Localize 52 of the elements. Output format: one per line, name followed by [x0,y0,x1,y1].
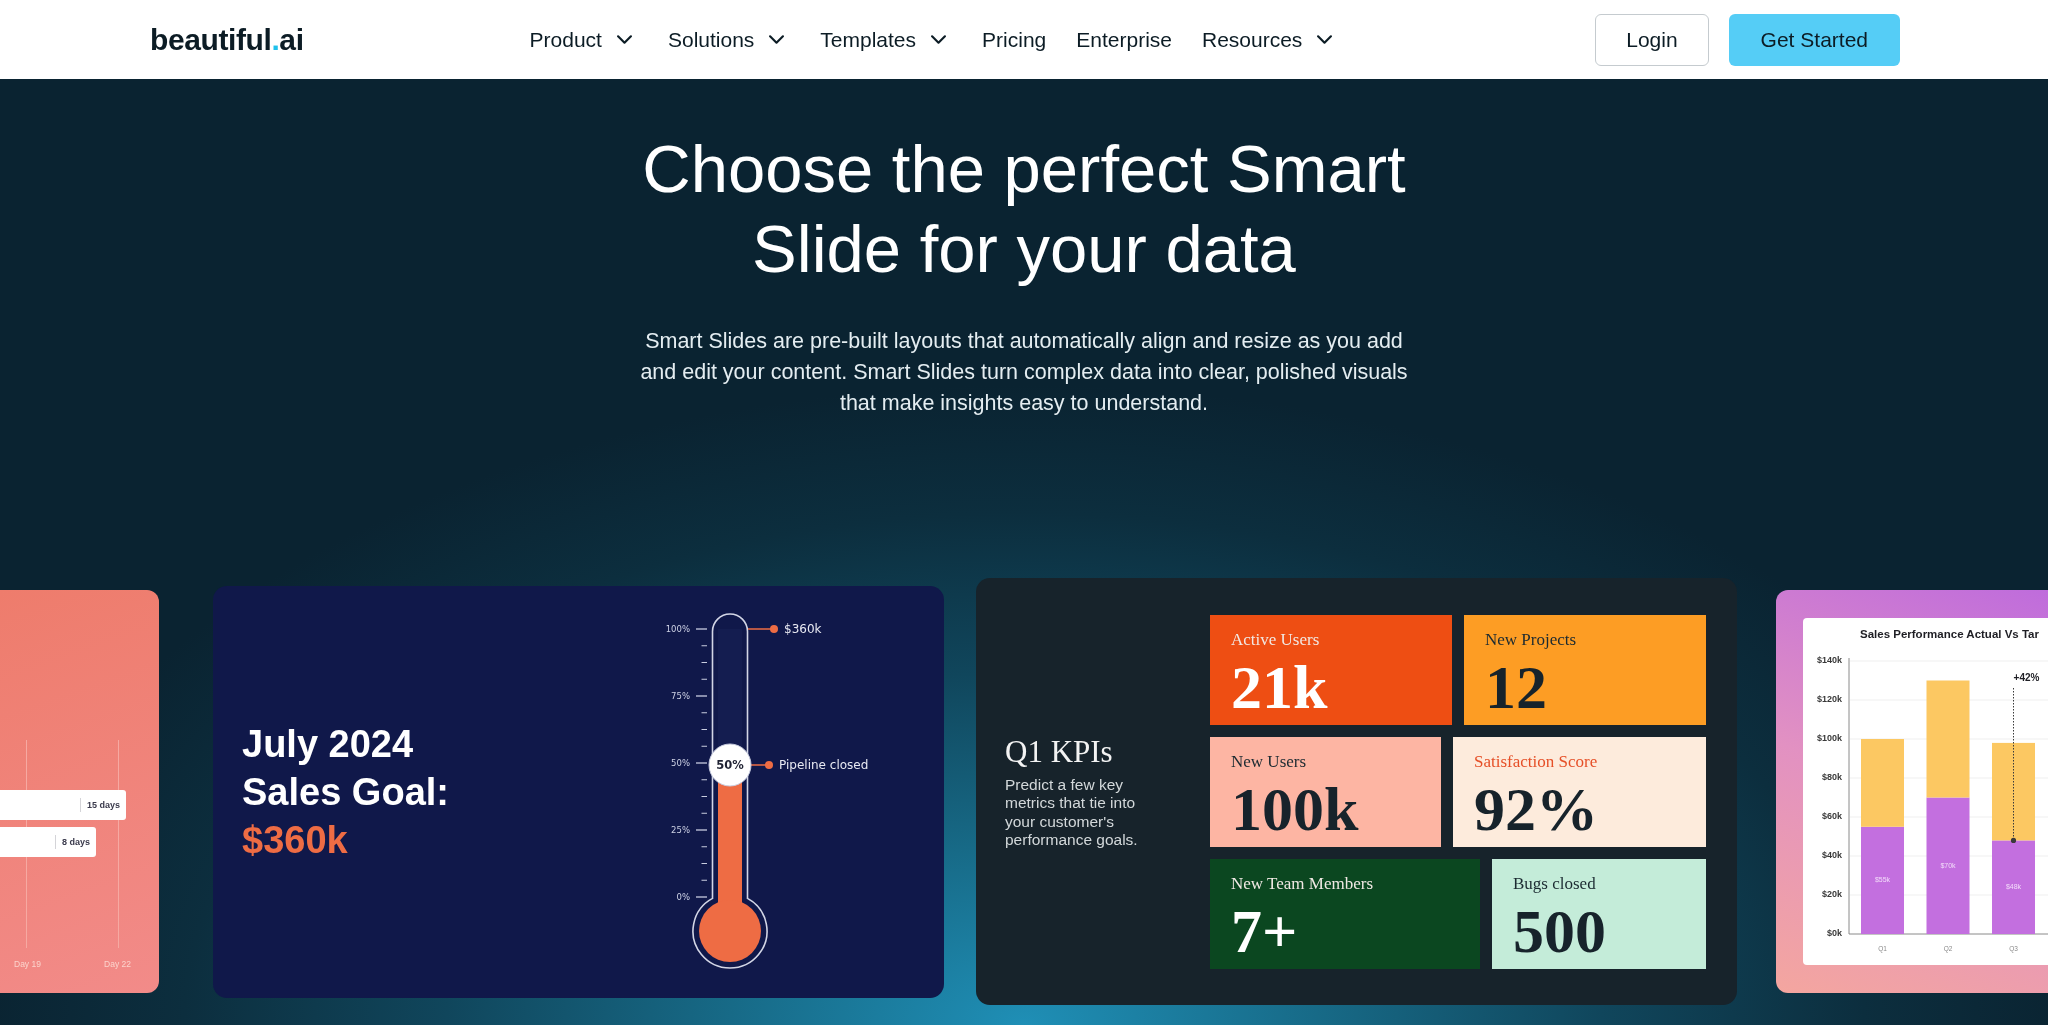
slide-title: Q1 KPIs [1005,733,1113,770]
kpi-value: 500 [1513,899,1606,962]
kpi-value: 21k [1231,655,1328,718]
scale-label: 100% [665,623,690,633]
axis-tick-label: $80k [1821,772,1842,783]
slide-title: July 2024 Sales Goal: [242,721,450,815]
duration-label: 8 days [54,835,90,849]
nav-menu-button[interactable]: Product [529,26,638,53]
axis-label: Day 19 [14,959,41,969]
leader-line [747,624,778,633]
brand-logo[interactable]: beautiful.ai [150,22,304,57]
hero-heading: Choose the perfect Smart Slide for your data [641,130,1407,288]
login-button[interactable]: Login [1595,13,1709,66]
axis-tick-label: $20k [1821,889,1842,900]
nav-menu-button[interactable]: Templates [820,26,953,53]
scale-label: 75% [671,690,690,700]
axis-tick-label: $60k [1821,811,1842,822]
axis-label: Day 22 [104,959,131,969]
nav-menu-button[interactable]: Solutions [667,26,791,53]
goal-amount: $360k [242,817,348,863]
axis-tick-label: $120k [1816,694,1842,705]
kpi-value: 92% [1474,777,1598,840]
thermometer-bulb [699,896,761,962]
duration-label: 15 days [79,798,120,812]
percent-badge: 50% [708,743,752,786]
scale-label: 25% [671,824,690,834]
hero-description: Smart Slides are pre-built layouts that automatically align and resize as you add and edit your content. Smart Slides turn complex data into clear, polished visuals that make insights easy to understand. [639,328,1409,417]
kpi-value: 7+ [1231,899,1298,962]
scale-label: 0% [676,891,690,901]
kpi-label: New Users [1231,751,1307,772]
nav-menu-button[interactable]: Resources [1202,26,1339,53]
annotation-label: +42% [2013,671,2040,683]
kpi-label: Active Users [1231,629,1320,650]
nav-link[interactable]: Pricing [982,26,1047,53]
kpi-value: 12 [1485,655,1547,718]
goal-label: $360k [784,621,822,635]
kpi-label: Bugs closed [1513,873,1596,894]
kpi-label: New Projects [1485,629,1577,650]
axis-tick-label: $40k [1821,850,1842,861]
kpi-label: New Team Members [1231,873,1373,894]
scale-label: 50% [671,757,690,767]
nav-link[interactable]: Enterprise [1076,26,1172,53]
slide-description: Predict a few key metrics that tie into your customer's performance goals. [1005,775,1139,850]
kpi-value: 100k [1231,777,1359,840]
axis-tick-label: $100k [1816,733,1842,744]
axis-tick-label: $0k [1826,928,1842,939]
leader-line [750,760,773,769]
axis-tick-label: $140k [1816,655,1842,666]
progress-label: Pipeline closed [779,757,869,771]
chart-title: Sales Performance Actual Vs Tar [1860,628,2039,640]
kpi-label: Satisfaction Score [1474,751,1598,772]
get-started-button[interactable]: Get Started [1728,13,1900,66]
